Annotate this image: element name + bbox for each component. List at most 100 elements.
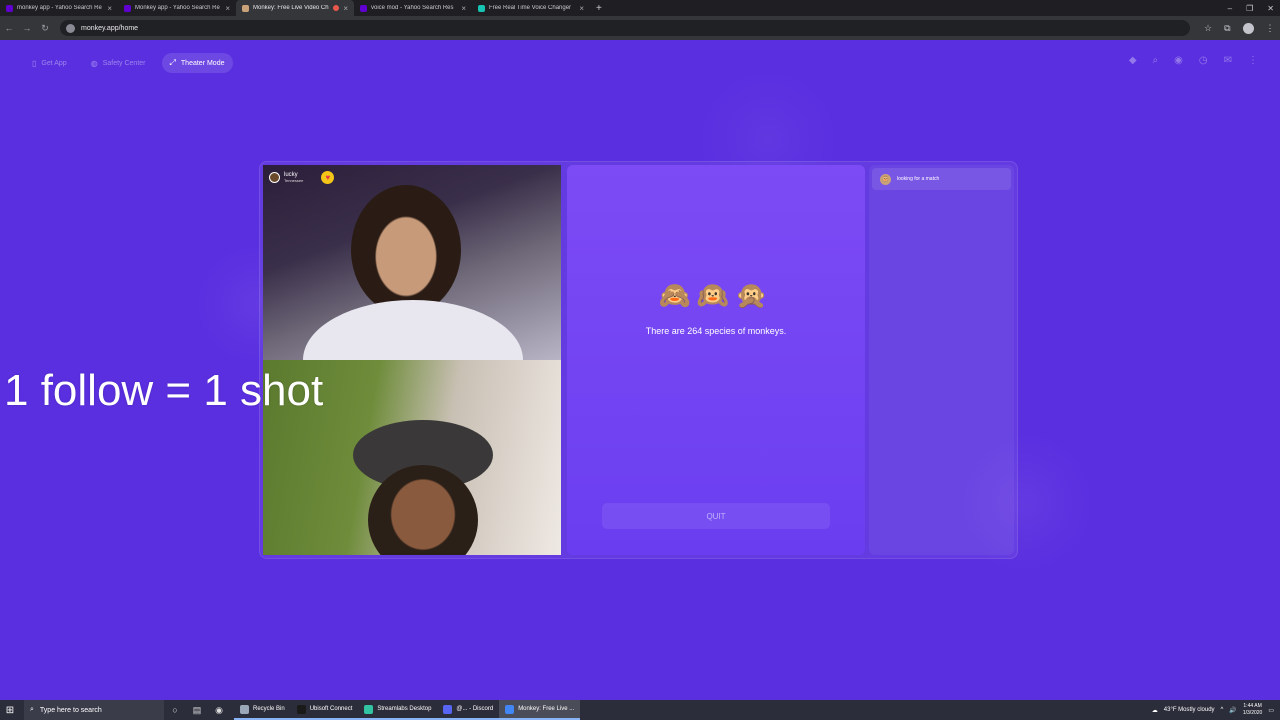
remote-user-tag: lucky Tennessee ♥: [269, 171, 335, 184]
video-area: lucky Tennessee ♥: [263, 165, 561, 555]
system-tray: ☁ 43°F Mostly cloudy ^ 🔊 1:44 AM 1/3/202…: [1152, 700, 1274, 720]
taskbar-app[interactable]: Streamlabs Desktop: [358, 700, 438, 720]
get-app-link[interactable]: ▯ Get App: [24, 53, 75, 73]
theater-mode-label: Theater Mode: [180, 59, 225, 67]
window-controls: – ❐ ✕: [1228, 0, 1274, 16]
app-icon: [240, 704, 249, 714]
remote-video: lucky Tennessee ♥: [263, 165, 561, 360]
clock-date: 1/3/2020: [1242, 710, 1263, 716]
close-tab-icon[interactable]: ×: [343, 4, 348, 13]
heart-icon[interactable]: ♥: [321, 171, 335, 184]
browser-tab-strip: monkey app - Yahoo Search Re × Monkey app …: [0, 0, 1280, 16]
windows-start-icon[interactable]: ⊞: [2, 705, 18, 716]
friends-icon[interactable]: ◉: [1174, 55, 1183, 66]
tray-chevron-icon[interactable]: ^: [1221, 707, 1224, 713]
taskbar-search[interactable]: ⌕ Type here to search: [24, 700, 164, 720]
safety-center-link[interactable]: ◍ Safety Center: [83, 53, 154, 73]
taskbar-app-label: Streamlabs Desktop: [377, 706, 432, 712]
taskbar-app-label: @... - Discord: [456, 706, 494, 712]
tab-title: Monkey: Free Live Video Ch: [253, 5, 329, 11]
remote-person-image: [351, 185, 461, 315]
top-right-icons: ◆ ⌕ ◉ ◷ ✉ ⋮: [1129, 55, 1258, 66]
restore-icon[interactable]: ❐: [1246, 4, 1253, 13]
taskbar-search-placeholder: Type here to search: [39, 706, 102, 714]
taskbar-app[interactable]: Monkey: Free Live ...: [499, 700, 581, 720]
clock-time: 1:44 AM: [1243, 703, 1262, 709]
more-options-icon[interactable]: ⋮: [1248, 55, 1258, 66]
app-icon: [505, 704, 515, 714]
tab-title: monkey app - Yahoo Search Re: [17, 5, 102, 11]
monkey-icon: 🐵: [880, 173, 891, 185]
cortana-icon[interactable]: ○: [164, 705, 186, 715]
bookmark-star-icon[interactable]: ☆: [1204, 23, 1212, 34]
back-icon[interactable]: ←: [0, 23, 18, 33]
address-bar[interactable]: monkey.app/home: [60, 20, 1190, 36]
forward-icon[interactable]: →: [18, 23, 36, 33]
remote-person-shoulders: [303, 300, 523, 360]
url-text: monkey.app/home: [81, 24, 139, 32]
tab-favicon-icon: [6, 4, 13, 12]
messages-icon[interactable]: ✉: [1224, 55, 1232, 66]
task-view-icon[interactable]: ▤: [186, 705, 208, 716]
minimize-icon[interactable]: –: [1228, 4, 1232, 13]
reload-icon[interactable]: ↻: [36, 23, 54, 34]
remote-user-avatar: [269, 172, 280, 183]
notifications-icon[interactable]: ▭: [1268, 707, 1274, 714]
theater-mode-button[interactable]: ⤢ Theater Mode: [161, 53, 233, 73]
phone-icon: ▯: [32, 58, 37, 68]
close-tab-icon[interactable]: ×: [107, 4, 112, 13]
browser-tab[interactable]: voice mod - Yahoo Search Res ×: [354, 0, 472, 16]
browser-toolbar: ← → ↻ monkey.app/home ☆ ⧉ ⋮: [0, 16, 1280, 40]
app-icon: [443, 704, 453, 714]
match-status-text: looking for a match: [897, 176, 940, 182]
tab-title: voice mod - Yahoo Search Res: [371, 5, 454, 11]
search-icon: ⌕: [30, 706, 34, 713]
quit-button[interactable]: QUIT: [602, 503, 830, 529]
close-tab-icon[interactable]: ×: [461, 4, 466, 13]
browser-menu-icon[interactable]: ⋮: [1266, 23, 1275, 34]
close-tab-icon[interactable]: ×: [579, 4, 584, 13]
monkey-fact: There are 264 species of monkeys.: [645, 326, 787, 336]
app-icon: [296, 704, 306, 714]
clock[interactable]: 1:44 AM 1/3/2020: [1243, 703, 1262, 717]
safety-center-label: Safety Center: [102, 59, 146, 67]
extensions-icon[interactable]: ⧉: [1224, 23, 1230, 34]
volume-icon[interactable]: 🔊: [1229, 707, 1236, 714]
weather-text[interactable]: 43°F Mostly cloudy: [1164, 707, 1215, 713]
tab-title: Monkey app - Yahoo Search Re: [135, 5, 220, 11]
chrome-pin-icon[interactable]: ◉: [208, 705, 230, 716]
browser-tab[interactable]: Monkey app - Yahoo Search Re ×: [118, 0, 236, 16]
profile-avatar-icon[interactable]: [1242, 22, 1254, 34]
gem-icon[interactable]: ◆: [1129, 55, 1137, 66]
tab-title: Free Real Time Voice Changer: [489, 5, 572, 11]
taskbar-app[interactable]: @... - Discord: [437, 700, 500, 720]
app-icon: [364, 704, 374, 714]
top-navigation: ▯ Get App ◍ Safety Center ⤢ Theater Mode: [24, 53, 233, 73]
chat-column: 🐵 looking for a match: [869, 165, 1014, 555]
history-icon[interactable]: ◷: [1199, 55, 1208, 66]
new-tab-button[interactable]: +: [590, 3, 608, 14]
site-info-icon[interactable]: [66, 23, 75, 33]
browser-tab[interactable]: Monkey: Free Live Video Ch ×: [236, 0, 354, 16]
taskbar-app-label: Ubisoft Connect: [309, 706, 353, 712]
browser-tab[interactable]: Free Real Time Voice Changer ×: [472, 0, 590, 16]
taskbar-app[interactable]: Ubisoft Connect: [290, 700, 359, 720]
tab-favicon-icon: [360, 4, 367, 12]
browser-tab[interactable]: monkey app - Yahoo Search Re ×: [0, 0, 118, 16]
weather-icon[interactable]: ☁: [1152, 707, 1158, 714]
close-window-icon[interactable]: ✕: [1267, 4, 1274, 13]
monkeys-emoji: 🙈🙉🙊: [658, 280, 774, 310]
taskbar-app-label: Recycle Bin: [253, 706, 285, 712]
stream-overlay-text: 1 follow = 1 shot: [4, 366, 324, 415]
taskbar-app[interactable]: Recycle Bin: [234, 700, 291, 720]
tab-favicon-icon: [478, 4, 485, 12]
tab-favicon-icon: [124, 4, 131, 12]
expand-icon: ⤢: [169, 58, 176, 67]
recording-icon: [333, 5, 340, 11]
match-status: 🐵 looking for a match: [872, 168, 1011, 190]
get-app-label: Get App: [41, 59, 67, 67]
match-info-card: 🙈🙉🙊 There are 264 species of monkeys. QU…: [567, 165, 865, 555]
shield-icon: ◍: [90, 58, 98, 68]
close-tab-icon[interactable]: ×: [225, 4, 230, 13]
search-icon[interactable]: ⌕: [1153, 55, 1159, 66]
